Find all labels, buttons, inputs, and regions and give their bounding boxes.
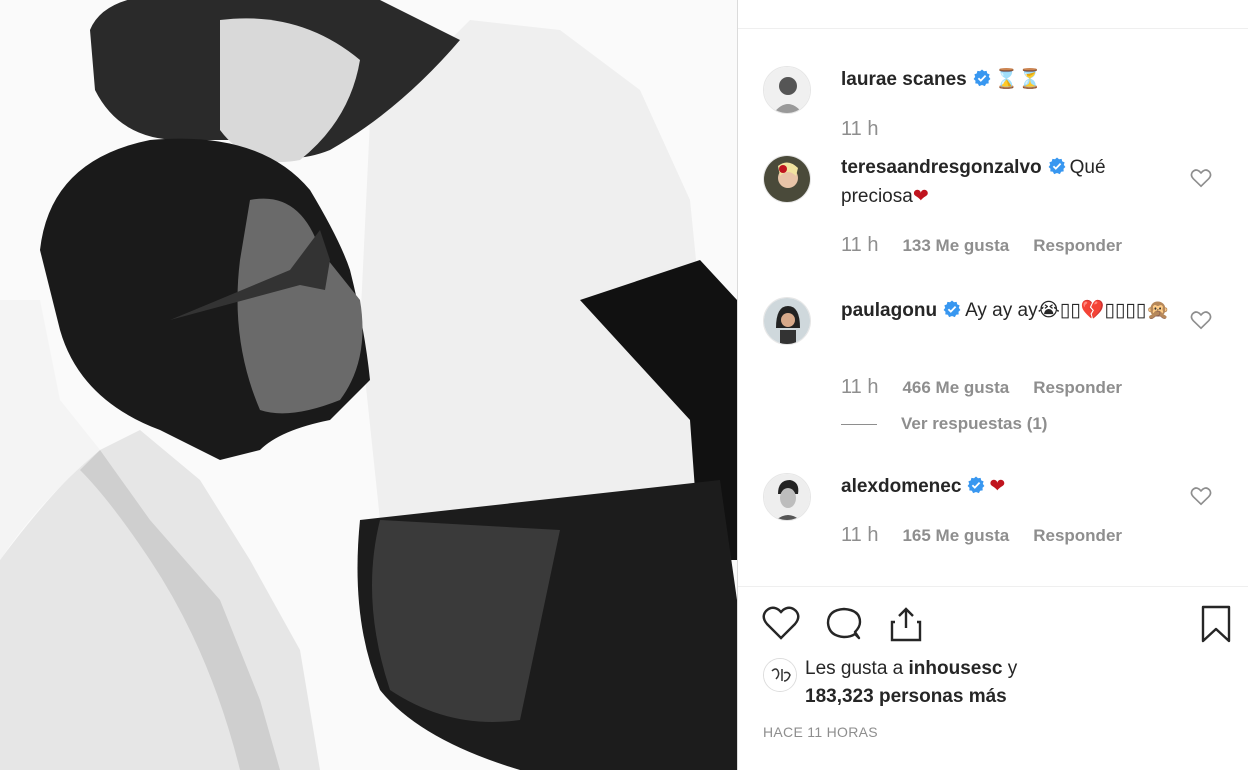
comment-username[interactable]: paulagonu	[841, 300, 937, 321]
view-replies-button[interactable]: Ver respuestas (1)	[841, 414, 1047, 434]
author-username[interactable]: laurae scanes	[841, 69, 967, 90]
comment-time[interactable]: 11 h	[841, 376, 878, 398]
likes-text: Les gusta a inhousesc y 183,323 personas …	[805, 655, 1145, 711]
post-photo[interactable]	[0, 0, 737, 770]
likes-count[interactable]: 183,323 personas más	[805, 686, 1007, 707]
caption-emoji: ⌛⏳	[994, 68, 1043, 90]
comment-likes[interactable]: 133 Me gusta	[902, 236, 1009, 255]
likes-suffix: y	[1002, 658, 1018, 679]
bookmark-icon[interactable]	[1196, 604, 1236, 644]
comment-text: teresaandresgonzalvo Qué preciosa❤	[841, 154, 1171, 211]
comment-meta: 11 h 165 Me gusta Responder	[841, 524, 1122, 547]
comment-avatar[interactable]	[763, 155, 811, 203]
comment-username[interactable]: alexdomenec	[841, 476, 961, 497]
verified-badge-icon	[943, 299, 961, 318]
heart-icon[interactable]	[761, 604, 801, 644]
comment-text: paulagonu Ay ay ay😭▯▯💔▯▯▯▯🙊	[841, 296, 1171, 325]
caption-meta: 11 h	[841, 118, 902, 141]
comment-time[interactable]: 11 h	[841, 524, 878, 546]
comment-like-icon[interactable]	[1190, 168, 1212, 188]
liker-username[interactable]: inhousesc	[909, 658, 1003, 679]
view-replies-label[interactable]: Ver respuestas (1)	[901, 414, 1047, 433]
comment-emoji: ❤	[989, 475, 1006, 497]
divider	[738, 28, 1248, 29]
comment-icon[interactable]	[824, 604, 864, 644]
comment-meta: 11 h 466 Me gusta Responder	[841, 376, 1122, 399]
comments-panel: laurae scanes ⌛⏳ 11 h teresaandresgonzalv…	[737, 0, 1248, 770]
post-image	[0, 0, 737, 770]
comment-avatar[interactable]	[763, 297, 811, 345]
comment-emoji: ❤	[912, 185, 929, 207]
verified-badge-icon	[973, 68, 991, 87]
reply-button[interactable]: Responder	[1033, 526, 1122, 545]
comment-avatar[interactable]	[763, 473, 811, 521]
comment-like-icon[interactable]	[1190, 486, 1212, 506]
caption-time[interactable]: 11 h	[841, 118, 878, 140]
post-timestamp[interactable]: HACE 11 HORAS	[763, 724, 878, 740]
verified-badge-icon	[967, 475, 985, 494]
comment-time[interactable]: 11 h	[841, 234, 878, 256]
reply-button[interactable]: Responder	[1033, 378, 1122, 397]
comment-likes[interactable]: 165 Me gusta	[902, 526, 1009, 545]
caption-text: laurae scanes ⌛⏳	[841, 65, 1171, 94]
divider	[738, 586, 1248, 587]
verified-badge-icon	[1048, 156, 1066, 175]
comment-likes[interactable]: 466 Me gusta	[902, 378, 1009, 397]
author-avatar[interactable]	[763, 66, 811, 114]
likes-prefix: Les gusta a	[805, 658, 909, 679]
reply-button[interactable]: Responder	[1033, 236, 1122, 255]
divider	[841, 424, 877, 426]
comment-body: Ay ay ay	[965, 300, 1038, 321]
comment-text: alexdomenec ❤	[841, 472, 1171, 501]
comment-emoji: 😭▯▯💔▯▯▯▯🙊	[1037, 299, 1170, 321]
comment-username[interactable]: teresaandresgonzalvo	[841, 157, 1042, 178]
share-icon[interactable]	[886, 604, 926, 644]
comment-like-icon[interactable]	[1190, 310, 1212, 330]
comment-meta: 11 h 133 Me gusta Responder	[841, 234, 1122, 257]
liker-avatar[interactable]	[763, 658, 797, 692]
